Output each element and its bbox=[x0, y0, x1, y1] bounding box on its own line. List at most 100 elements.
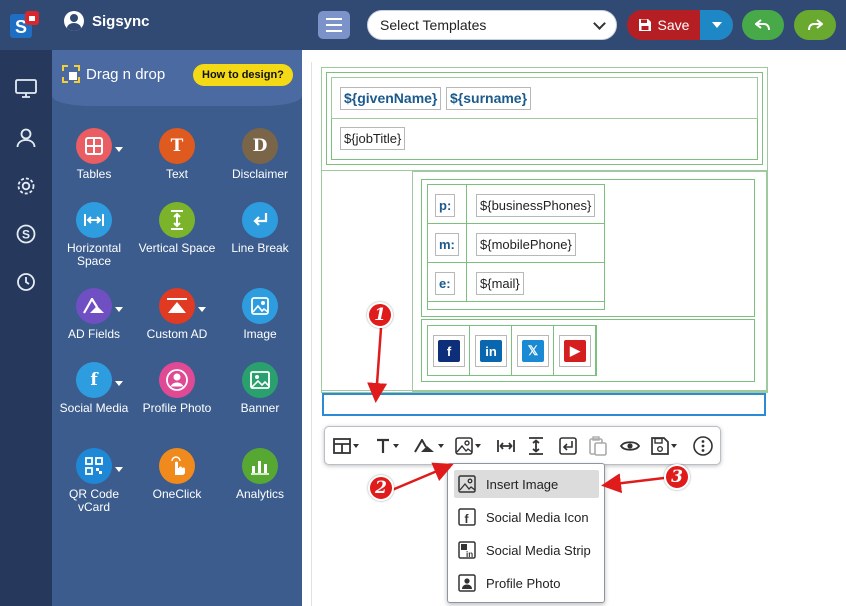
tool-profile-photo[interactable]: Profile Photo bbox=[135, 362, 219, 415]
redo-button[interactable] bbox=[794, 10, 836, 40]
tool-banner[interactable]: Banner bbox=[218, 362, 302, 415]
tool-label: Image bbox=[243, 327, 277, 341]
image-icon bbox=[455, 437, 473, 455]
annotation-badge-1: 1 bbox=[367, 302, 393, 328]
tool-label: QR Code vCard bbox=[68, 487, 120, 514]
user-icon[interactable] bbox=[14, 126, 38, 150]
table-icon bbox=[76, 128, 112, 164]
contact-block[interactable]: p: ${businessPhones} m: ${mobilePhone} e: ${m… bbox=[321, 170, 768, 393]
menu-item-insert-image[interactable]: Insert Image bbox=[454, 470, 599, 498]
gear-icon[interactable] bbox=[14, 174, 38, 198]
facebook-icon: f bbox=[438, 340, 460, 362]
tool-custom-ad[interactable]: Custom AD bbox=[135, 288, 219, 341]
template-select-value: Select Templates bbox=[380, 17, 487, 33]
vertical-space-icon bbox=[159, 202, 195, 238]
social-icon-frame[interactable]: in bbox=[475, 335, 507, 367]
contact-label[interactable]: e: bbox=[435, 272, 455, 295]
vertical-space-button[interactable] bbox=[528, 435, 544, 457]
caret-down-icon[interactable] bbox=[115, 381, 123, 386]
drag-drop-icon bbox=[62, 65, 80, 83]
social-media-icon: f bbox=[76, 362, 112, 398]
tool-analytics[interactable]: Analytics bbox=[218, 448, 302, 501]
svg-text:f: f bbox=[465, 512, 470, 526]
menu-item-social-media-icon[interactable]: f Social Media Icon bbox=[454, 503, 599, 531]
tool-qr-code-vcard[interactable]: QR Code vCard bbox=[52, 448, 136, 514]
contact-label-cell: e: bbox=[427, 262, 467, 302]
job-title-field[interactable]: ${jobTitle} bbox=[340, 127, 406, 150]
contact-value-field[interactable]: ${businessPhones} bbox=[476, 194, 596, 217]
tool-text[interactable]: T Text bbox=[135, 128, 219, 181]
contact-label[interactable]: p: bbox=[435, 194, 456, 217]
caret-down-icon bbox=[711, 22, 722, 28]
signature-table[interactable]: ${givenName} ${surname} ${jobTitle} p: ${… bbox=[321, 67, 768, 393]
hamburger-menu-button[interactable] bbox=[318, 11, 350, 39]
ad-fields-icon bbox=[76, 288, 112, 324]
menu-item-profile-photo[interactable]: Profile Photo bbox=[454, 569, 599, 597]
tool-oneclick[interactable]: OneClick bbox=[135, 448, 219, 501]
tool-image[interactable]: Image bbox=[218, 288, 302, 341]
contact-row: e: ${mail} bbox=[427, 262, 605, 302]
contact-label[interactable]: m: bbox=[435, 233, 459, 256]
social-icon-frame[interactable]: 𝕏 bbox=[517, 335, 549, 367]
line-break-button[interactable] bbox=[559, 435, 577, 457]
save-button-group: Save bbox=[627, 10, 733, 40]
tool-ad-fields[interactable]: AD Fields bbox=[52, 288, 136, 341]
dollar-circle-icon[interactable]: S bbox=[14, 222, 38, 246]
contact-value-field[interactable]: ${mail} bbox=[476, 272, 524, 295]
oneclick-icon bbox=[159, 448, 195, 484]
save-block-button[interactable] bbox=[651, 435, 677, 457]
caret-down-icon[interactable] bbox=[115, 467, 123, 472]
tool-social-media[interactable]: f Social Media bbox=[52, 362, 136, 415]
tool-label: AD Fields bbox=[67, 327, 120, 341]
table-icon bbox=[333, 438, 351, 454]
selected-empty-row[interactable] bbox=[322, 393, 766, 416]
insert-image-menu-button[interactable] bbox=[455, 435, 481, 457]
template-select[interactable]: Select Templates bbox=[367, 10, 617, 40]
menu-item-label: Insert Image bbox=[486, 476, 559, 492]
tool-disclaimer[interactable]: D Disclaimer bbox=[218, 128, 302, 181]
menu-item-social-media-strip[interactable]: in Social Media Strip bbox=[454, 536, 599, 564]
contact-value-field[interactable]: ${mobilePhone} bbox=[476, 233, 576, 256]
monitor-icon[interactable] bbox=[14, 77, 38, 101]
social-icon-frame[interactable]: f bbox=[433, 335, 465, 367]
save-dropdown-button[interactable] bbox=[700, 10, 733, 40]
tool-line-break[interactable]: Line Break bbox=[218, 202, 302, 255]
more-options-button[interactable] bbox=[693, 435, 713, 457]
tool-label: Banner bbox=[240, 401, 280, 415]
contact-row: p: ${businessPhones} bbox=[427, 184, 605, 224]
redo-icon bbox=[808, 19, 823, 31]
preview-button[interactable] bbox=[620, 435, 640, 457]
how-to-design-button[interactable]: How to design? bbox=[193, 64, 293, 86]
facebook-square-icon: f bbox=[458, 508, 476, 526]
social-cell: 𝕏 bbox=[511, 325, 554, 376]
tool-vertical-space[interactable]: Vertical Space bbox=[135, 202, 219, 255]
caret-down-icon[interactable] bbox=[115, 147, 123, 152]
text-icon: T bbox=[159, 128, 195, 164]
caret-down-icon[interactable] bbox=[115, 307, 123, 312]
undo-button[interactable] bbox=[742, 10, 784, 40]
insert-ad-field-button[interactable] bbox=[414, 435, 444, 457]
banner-icon bbox=[242, 362, 278, 398]
social-icon-frame[interactable]: ▶ bbox=[559, 335, 591, 367]
horizontal-space-icon bbox=[76, 202, 112, 238]
horizontal-space-button[interactable] bbox=[497, 435, 515, 457]
paste-icon bbox=[589, 436, 607, 456]
name-block[interactable]: ${givenName} ${surname} ${jobTitle} bbox=[326, 72, 763, 165]
caret-down-icon[interactable] bbox=[198, 307, 206, 312]
save-button[interactable]: Save bbox=[627, 10, 700, 40]
brand: Sigsync bbox=[64, 11, 150, 31]
tool-tables[interactable]: Tables bbox=[52, 128, 136, 181]
history-icon[interactable] bbox=[14, 270, 38, 294]
more-vertical-icon bbox=[693, 436, 713, 456]
contact-row: m: ${mobilePhone} bbox=[427, 223, 605, 263]
youtube-icon: ▶ bbox=[564, 340, 586, 362]
insert-table-button[interactable] bbox=[333, 435, 359, 457]
surname-field[interactable]: ${surname} bbox=[446, 87, 532, 110]
menu-item-label: Profile Photo bbox=[486, 575, 561, 591]
social-cell: f bbox=[427, 325, 470, 376]
paste-button[interactable] bbox=[589, 435, 607, 457]
insert-text-button[interactable] bbox=[375, 435, 399, 457]
tool-label: Text bbox=[165, 167, 188, 181]
given-name-field[interactable]: ${givenName} bbox=[340, 87, 442, 110]
tool-horizontal-space[interactable]: Horizontal Space bbox=[52, 202, 136, 268]
